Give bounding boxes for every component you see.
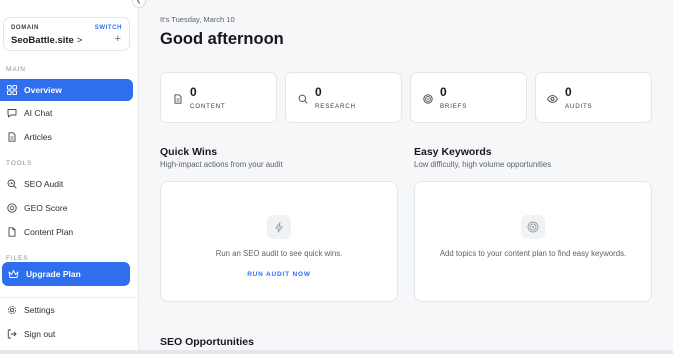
stat-label: RESEARCH [315,103,356,110]
stat-label: BRIEFS [440,103,468,110]
target-icon [422,93,433,104]
section-label-tools: TOOLS [6,160,33,167]
lightning-icon [267,215,291,239]
quick-wins-panel: Run an SEO audit to see quick wins. RUN … [160,181,398,302]
stat-card-briefs[interactable]: 0 BRIEFS [410,72,527,123]
sidebar-item-label: Sign out [24,329,56,339]
sidebar-item-seo-audit[interactable]: SEO Audit [0,173,133,195]
file-icon [6,227,17,238]
domain-selector[interactable]: SeoBattle.site > [11,35,82,46]
easy-keywords-empty-message: Add topics to your content plan to find … [439,249,627,258]
domain-switch-button[interactable]: SWITCH [95,25,122,31]
stat-card-research[interactable]: 0 RESEARCH [285,72,402,123]
logout-icon [6,329,17,340]
grid-icon [6,85,17,96]
sidebar-item-label: Overview [24,85,62,95]
sidebar-item-label: Content Plan [24,227,74,237]
stat-card-audits[interactable]: 0 AUDITS [535,72,652,123]
main-content: It's Tuesday, March 10 Good afternoon 0 … [139,0,673,354]
easy-keywords-title: Easy Keywords [414,146,492,158]
stat-value: 0 [315,85,322,99]
eye-icon [547,93,558,104]
chat-icon [6,108,17,119]
target-icon [521,215,545,239]
chevron-right-icon: > [76,35,83,46]
stat-value: 0 [440,85,447,99]
stat-label: AUDITS [565,103,593,110]
stat-value: 0 [565,85,572,99]
section-label-files: FILES [6,255,29,262]
domain-name: SeoBattle.site [11,35,74,46]
chevron-left-icon [136,0,141,4]
stat-card-content[interactable]: 0 CONTENT [160,72,277,123]
domain-label: DOMAIN [11,25,39,31]
sidebar-item-overview[interactable]: Overview [0,79,133,101]
globe-icon [6,203,17,214]
crown-icon [8,269,19,280]
upgrade-plan-button[interactable]: Upgrade Plan [2,262,130,286]
document-icon [172,93,183,104]
quick-wins-title: Quick Wins [160,146,218,158]
sidebar-item-settings[interactable]: Settings [0,299,133,321]
document-icon [6,132,17,143]
sidebar-item-label: AI Chat [24,108,53,118]
search-icon [297,93,308,104]
date-text: It's Tuesday, March 10 [160,15,235,24]
easy-keywords-panel: Add topics to your content plan to find … [414,181,652,302]
stat-label: CONTENT [190,103,226,110]
sidebar-divider [0,297,139,298]
domain-card[interactable]: DOMAIN SWITCH SeoBattle.site > + [3,17,130,51]
quick-wins-subtitle: High-impact actions from your audit [160,160,283,169]
sidebar-item-label: SEO Audit [24,179,64,189]
upgrade-plan-label: Upgrade Plan [26,269,81,279]
sign-out-button[interactable]: Sign out [0,323,133,345]
sidebar-item-geo-score[interactable]: GEO Score [0,197,133,219]
sidebar-item-label: Articles [24,132,52,142]
horizontal-scrollbar[interactable] [0,350,673,354]
section-label-main: MAIN [6,66,26,73]
seo-opportunities-title: SEO Opportunities [160,336,254,348]
sidebar-item-articles[interactable]: Articles [0,126,133,148]
run-audit-button[interactable]: RUN AUDIT NOW [161,271,397,278]
sidebar-item-content-plan[interactable]: Content Plan [0,221,133,243]
search-chart-icon [6,179,17,190]
sidebar: DOMAIN SWITCH SeoBattle.site > + MAIN Ove… [0,0,139,354]
add-domain-button[interactable]: + [115,33,121,45]
sidebar-item-label: GEO Score [24,203,68,213]
quick-wins-empty-message: Run an SEO audit to see quick wins. [215,249,343,258]
sidebar-item-label: Settings [24,305,55,315]
easy-keywords-subtitle: Low difficulty, high volume opportunitie… [414,160,552,169]
stat-value: 0 [190,85,197,99]
gear-icon [6,305,17,316]
sidebar-item-ai-chat[interactable]: AI Chat [0,102,133,124]
page-title: Good afternoon [160,30,284,48]
